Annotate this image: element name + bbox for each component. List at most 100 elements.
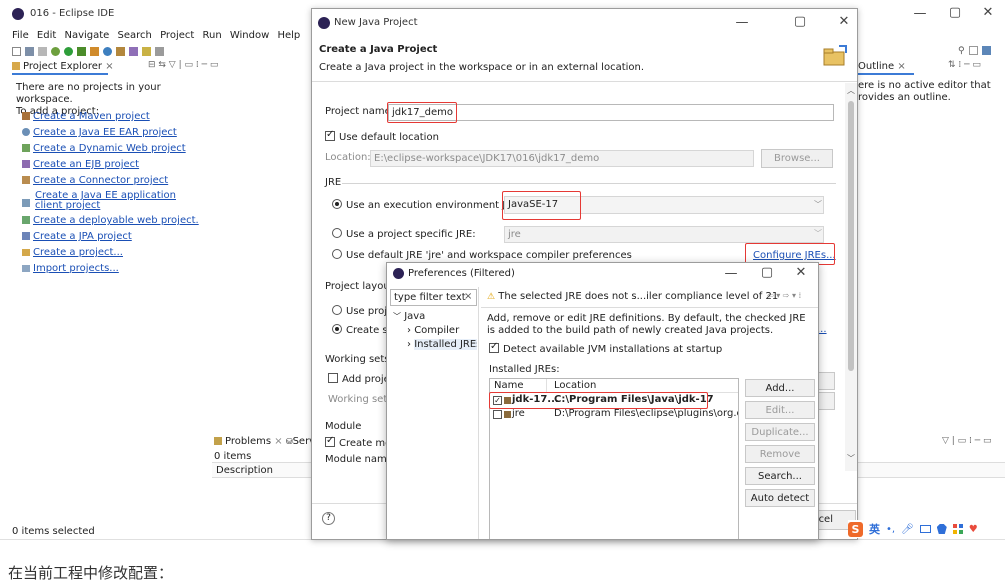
menu-navigate[interactable]: Navigate: [64, 30, 109, 41]
jre-specific-select[interactable]: jre: [504, 226, 824, 243]
link-ear-label[interactable]: Create a Java EE EAR project: [33, 127, 177, 138]
scroll-down-icon[interactable]: ﹀: [847, 453, 855, 464]
col-location[interactable]: Location: [554, 380, 596, 391]
description-column[interactable]: Description: [216, 465, 273, 476]
add-project-working-set[interactable]: Add proje: [328, 373, 390, 385]
working-sets-new-button[interactable]: [817, 372, 835, 390]
close-icon[interactable]: ✕: [978, 5, 998, 20]
ime-keyboard-icon[interactable]: [919, 525, 931, 533]
detect-jvm-option[interactable]: Detect available JVM installations at st…: [489, 341, 722, 355]
default-location-checkbox[interactable]: [325, 129, 335, 141]
link-connector-label[interactable]: Create a Connector project: [33, 175, 168, 186]
link-ejb[interactable]: Create an EJB project: [22, 159, 212, 175]
prefs-maximize-icon[interactable]: ▢: [757, 265, 777, 280]
wizard-minimize-icon[interactable]: —: [732, 15, 752, 30]
table-row[interactable]: ✓ jdk-17... C:\Program Files\Java\jdk-17: [490, 394, 738, 407]
ime-shirt-icon[interactable]: ♥: [969, 524, 978, 535]
sogou-logo-icon[interactable]: S: [848, 521, 863, 537]
edit-jre-button[interactable]: Edit...: [745, 401, 815, 419]
working-sets-select-button[interactable]: [817, 392, 835, 410]
help-icon[interactable]: ?: [322, 512, 335, 525]
ime-punct-icon[interactable]: •,: [886, 524, 895, 535]
menu-file[interactable]: File: [12, 30, 29, 41]
link-jpa[interactable]: Create a JPA project: [22, 231, 212, 247]
link-dynamic-web[interactable]: Create a Dynamic Web project: [22, 143, 212, 159]
link-maven-label[interactable]: Create a Maven project: [33, 111, 150, 122]
jre-checkbox[interactable]: [493, 410, 502, 419]
create-module-checkbox[interactable]: [325, 435, 335, 447]
layout-radio-1[interactable]: [332, 305, 342, 315]
outline-close-icon[interactable]: ×: [897, 61, 905, 72]
ime-language[interactable]: 英: [869, 521, 880, 537]
link-connector[interactable]: Create a Connector project: [22, 175, 212, 191]
search-icon[interactable]: ⚲: [958, 46, 965, 56]
save-icon[interactable]: [25, 46, 34, 56]
jre-env-select[interactable]: JavaSE-17: [504, 196, 824, 214]
open-type-icon[interactable]: [116, 46, 125, 56]
link-ear[interactable]: Create a Java EE EAR project: [22, 127, 212, 143]
menu-edit[interactable]: Edit: [37, 30, 56, 41]
layout-radio-2[interactable]: [332, 324, 342, 334]
link-deployable-web[interactable]: Create a deployable web project.: [22, 215, 212, 231]
create-module-option[interactable]: Create mo: [325, 435, 391, 449]
jre-env-radio[interactable]: [332, 199, 342, 209]
problems-right-tools[interactable]: ▽ | ▭ ⁞ ─ ▭: [942, 436, 992, 446]
search-tool-icon[interactable]: [129, 46, 138, 56]
close-tab-icon[interactable]: ×: [105, 61, 113, 72]
new-class-icon[interactable]: [103, 46, 112, 56]
outline-tab[interactable]: Outline ×: [858, 61, 914, 75]
new-java-icon[interactable]: [90, 46, 99, 56]
project-explorer-tab[interactable]: Project Explorer ×: [12, 61, 114, 75]
print-icon[interactable]: [38, 46, 47, 56]
link-project[interactable]: Create a project...: [22, 247, 212, 263]
debug-icon[interactable]: [51, 46, 60, 56]
link-import-label[interactable]: Import projects...: [33, 263, 119, 274]
tree-compiler[interactable]: › Compiler: [407, 325, 459, 336]
link-import[interactable]: Import projects...: [22, 263, 212, 279]
browse-button[interactable]: Browse...: [761, 149, 833, 168]
outline-view-menu[interactable]: ⇅ ⁞ ─ ▭: [948, 60, 981, 70]
layout-option-1[interactable]: Use proje: [332, 305, 393, 317]
add-jre-button[interactable]: Add...: [745, 379, 815, 397]
link-deployable-web-label[interactable]: Create a deployable web project.: [33, 215, 199, 226]
jre-env-chevron-down-icon[interactable]: ﹀: [814, 199, 822, 210]
link-jpa-label[interactable]: Create a JPA project: [33, 231, 132, 242]
menu-run[interactable]: Run: [202, 30, 221, 41]
link-app-client[interactable]: Create a Java EE application client proj…: [22, 191, 212, 215]
back-icon[interactable]: [155, 46, 164, 56]
ime-grid-icon[interactable]: [952, 524, 963, 534]
tree-java[interactable]: ﹀ Java: [393, 311, 425, 322]
jre-default-radio[interactable]: [332, 249, 342, 259]
wizard-maximize-icon[interactable]: ▢: [790, 14, 810, 29]
prefs-nav-icons[interactable]: ⇦ ▾ ⇨ ▾ ⁞: [767, 291, 801, 300]
prefs-minimize-icon[interactable]: —: [721, 266, 741, 281]
minimize-icon[interactable]: —: [910, 6, 930, 21]
link-project-label[interactable]: Create a project...: [33, 247, 123, 258]
duplicate-jre-button[interactable]: Duplicate...: [745, 423, 815, 441]
detect-jvm-checkbox[interactable]: [489, 341, 499, 353]
run-config-icon[interactable]: [77, 46, 86, 56]
project-explorer-view-menu[interactable]: ⊟ ⇆ ▽ | ▭ ⁞ ─ ▭: [148, 60, 218, 70]
prefs-close-icon[interactable]: ✕: [791, 265, 811, 280]
link-app-client-label[interactable]: Create a Java EE application client proj…: [35, 191, 195, 211]
menu-search[interactable]: Search: [118, 30, 152, 41]
ime-mic-icon[interactable]: 🎤︎: [901, 524, 914, 535]
configure-jres-link[interactable]: Configure JREs...: [753, 250, 836, 261]
col-divider[interactable]: [546, 379, 547, 393]
jre-default-option[interactable]: Use default JRE 'jre' and workspace comp…: [332, 249, 632, 261]
add-project-checkbox[interactable]: [328, 373, 338, 383]
java-perspective-icon[interactable]: [981, 46, 991, 55]
menu-project[interactable]: Project: [160, 30, 194, 41]
new-icon[interactable]: [12, 46, 21, 56]
link-maven[interactable]: Create a Maven project: [22, 111, 212, 127]
link-dynamic-web-label[interactable]: Create a Dynamic Web project: [33, 143, 186, 154]
search-jre-button[interactable]: Search...: [745, 467, 815, 485]
use-default-location[interactable]: Use default location: [325, 129, 439, 143]
problems-close-icon[interactable]: ×: [274, 436, 282, 447]
perspective-icon[interactable]: [968, 46, 978, 55]
jdk17-checkbox[interactable]: ✓: [493, 396, 502, 405]
problems-tab[interactable]: Problems × ⛁Serv: [214, 436, 315, 450]
remove-jre-button[interactable]: Remove: [745, 445, 815, 463]
project-name-input[interactable]: jdk17_demo: [388, 104, 834, 121]
run-icon[interactable]: [64, 46, 73, 56]
